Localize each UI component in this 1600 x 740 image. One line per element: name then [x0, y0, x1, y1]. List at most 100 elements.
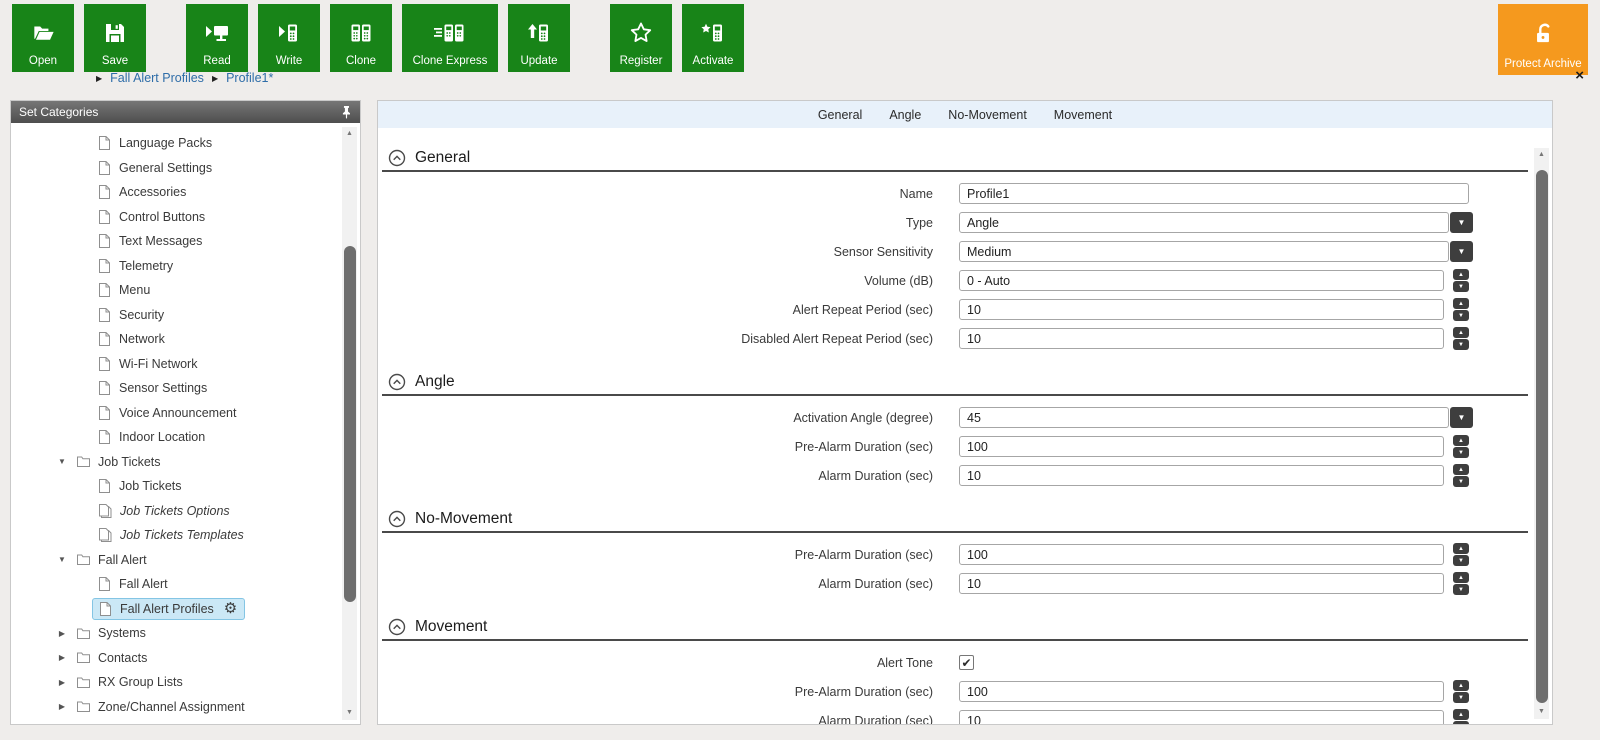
alert-tone-checkbox[interactable]: ✔ — [959, 655, 974, 670]
chevron-collapsed-icon[interactable]: ▶ — [56, 653, 68, 662]
chevron-expanded-icon[interactable]: ▼ — [56, 457, 68, 466]
protect-archive-button[interactable]: Protect Archive — [1498, 4, 1588, 75]
tab-general[interactable]: General — [818, 108, 862, 122]
nomove-pre-alarm-input[interactable] — [959, 544, 1444, 565]
arrow-up-icon[interactable]: ▲ — [1453, 269, 1469, 280]
chevron-down-icon[interactable]: ▼ — [1450, 241, 1473, 262]
main-scrollbar[interactable]: ▲ ▼ — [1534, 148, 1549, 719]
write-button[interactable]: Write — [258, 4, 320, 72]
arrow-up-icon[interactable]: ▲ — [1453, 435, 1469, 446]
update-button[interactable]: Update — [508, 4, 570, 72]
sidebar-item-wifi-network[interactable]: Wi-Fi Network — [11, 352, 340, 377]
activation-angle-select[interactable]: ▼ — [959, 407, 1473, 428]
sidebar-item-control-buttons[interactable]: Control Buttons — [11, 205, 340, 230]
sidebar-item-menu[interactable]: Menu — [11, 278, 340, 303]
collapse-chevron-icon[interactable] — [388, 510, 406, 528]
activation-angle-value[interactable] — [959, 407, 1449, 428]
scroll-down-icon[interactable]: ▼ — [342, 706, 357, 720]
scroll-up-icon[interactable]: ▲ — [1534, 148, 1549, 162]
sidebar-item-text-messages[interactable]: Text Messages — [11, 229, 340, 254]
sidebar-scrollbar[interactable]: ▲ ▼ — [342, 127, 357, 720]
chevron-down-icon[interactable]: ▼ — [1450, 407, 1473, 428]
arrow-up-icon[interactable]: ▲ — [1453, 327, 1469, 338]
breadcrumb-fall-alert-profiles[interactable]: Fall Alert Profiles — [110, 71, 204, 85]
tab-no-movement[interactable]: No-Movement — [948, 108, 1027, 122]
arrow-up-icon[interactable]: ▲ — [1453, 543, 1469, 554]
sidebar-item-general-settings[interactable]: General Settings — [11, 156, 340, 181]
move-alarm-input[interactable] — [959, 710, 1444, 724]
collapse-chevron-icon[interactable] — [388, 618, 406, 636]
chevron-down-icon[interactable]: ▼ — [1450, 212, 1473, 233]
sidebar-item-telemetry[interactable]: Telemetry — [11, 254, 340, 279]
sidebar-item-voice-announcement[interactable]: Voice Announcement — [11, 401, 340, 426]
arrow-down-icon[interactable]: ▼ — [1453, 281, 1469, 292]
arrow-down-icon[interactable]: ▼ — [1453, 721, 1469, 724]
chevron-expanded-icon[interactable]: ▼ — [56, 555, 68, 564]
arrow-up-icon[interactable]: ▲ — [1453, 709, 1469, 720]
disabled-alert-repeat-input[interactable] — [959, 328, 1444, 349]
sidebar-folder-job-tickets[interactable]: ▼ Job Tickets — [11, 450, 340, 475]
sidebar-item-accessories[interactable]: Accessories — [11, 180, 340, 205]
main-scroll-thumb[interactable] — [1536, 170, 1548, 703]
arrow-down-icon[interactable]: ▼ — [1453, 692, 1469, 703]
clone-express-button[interactable]: Clone Express — [402, 4, 498, 72]
sidebar-folder-zone-channel-assignment[interactable]: ▶ Zone/Channel Assignment — [11, 695, 340, 720]
arrow-down-icon[interactable]: ▼ — [1453, 310, 1469, 321]
sidebar-folder-systems[interactable]: ▶ Systems — [11, 621, 340, 646]
scroll-down-icon[interactable]: ▼ — [1534, 705, 1549, 719]
arrow-down-icon[interactable]: ▼ — [1453, 339, 1469, 350]
sidebar-scroll-thumb[interactable] — [344, 246, 356, 602]
alert-repeat-input[interactable] — [959, 299, 1444, 320]
scroll-up-icon[interactable]: ▲ — [342, 127, 357, 141]
arrow-down-icon[interactable]: ▼ — [1453, 584, 1469, 595]
sensor-sensitivity-select[interactable]: ▼ — [959, 241, 1473, 262]
sensor-sensitivity-value[interactable] — [959, 241, 1449, 262]
collapse-chevron-icon[interactable] — [388, 149, 406, 167]
arrow-up-icon[interactable]: ▲ — [1453, 680, 1469, 691]
arrow-up-icon[interactable]: ▲ — [1453, 572, 1469, 583]
arrow-down-icon[interactable]: ▼ — [1453, 447, 1469, 458]
gear-icon[interactable]: ⚙ — [224, 601, 237, 616]
collapse-chevron-icon[interactable] — [388, 373, 406, 391]
chevron-collapsed-icon[interactable]: ▶ — [56, 678, 68, 687]
arrow-up-icon[interactable]: ▲ — [1453, 464, 1469, 475]
chevron-collapsed-icon[interactable]: ▶ — [56, 702, 68, 711]
register-button[interactable]: Register — [610, 4, 672, 72]
tab-movement[interactable]: Movement — [1054, 108, 1112, 122]
selected-item-highlight[interactable]: Fall Alert Profiles ⚙ — [92, 598, 245, 620]
move-pre-alarm-input[interactable] — [959, 681, 1444, 702]
activate-button[interactable]: Activate — [682, 4, 744, 72]
arrow-up-icon[interactable]: ▲ — [1453, 298, 1469, 309]
read-button[interactable]: Read — [186, 4, 248, 72]
sidebar-item-job-tickets-options[interactable]: Job Tickets Options — [11, 499, 340, 524]
clone-button[interactable]: Clone — [330, 4, 392, 72]
sidebar-item-security[interactable]: Security — [11, 303, 340, 328]
angle-alarm-input[interactable] — [959, 465, 1444, 486]
sidebar-item-indoor-location[interactable]: Indoor Location — [11, 425, 340, 450]
arrow-down-icon[interactable]: ▼ — [1453, 555, 1469, 566]
sidebar-item-sensor-settings[interactable]: Sensor Settings — [11, 376, 340, 401]
volume-input[interactable] — [959, 270, 1444, 291]
open-button[interactable]: Open — [12, 4, 74, 72]
save-button[interactable]: Save — [84, 4, 146, 72]
arrow-down-icon[interactable]: ▼ — [1453, 476, 1469, 487]
sidebar-item-job-tickets[interactable]: Job Tickets — [11, 474, 340, 499]
sidebar-item-language-packs[interactable]: Language Packs — [11, 131, 340, 156]
sidebar-item-fall-alert[interactable]: Fall Alert — [11, 572, 340, 597]
sidebar-folder-fall-alert[interactable]: ▼ Fall Alert — [11, 548, 340, 573]
sidebar-item-network[interactable]: Network — [11, 327, 340, 352]
angle-pre-alarm-input[interactable] — [959, 436, 1444, 457]
type-select-value[interactable] — [959, 212, 1449, 233]
sidebar-item-job-tickets-templates[interactable]: Job Tickets Templates — [11, 523, 340, 548]
close-icon[interactable]: × — [1575, 68, 1584, 83]
breadcrumb-profile1[interactable]: Profile1* — [226, 71, 273, 85]
pin-icon[interactable] — [341, 105, 352, 119]
type-select[interactable]: ▼ — [959, 212, 1473, 233]
sidebar-item-fall-alert-profiles[interactable]: Fall Alert Profiles ⚙ — [11, 597, 340, 622]
sidebar-folder-contacts[interactable]: ▶ Contacts — [11, 646, 340, 671]
nomove-alarm-input[interactable] — [959, 573, 1444, 594]
name-input[interactable] — [959, 183, 1469, 204]
chevron-collapsed-icon[interactable]: ▶ — [56, 629, 68, 638]
tab-angle[interactable]: Angle — [889, 108, 921, 122]
sidebar-folder-rx-group-lists[interactable]: ▶ RX Group Lists — [11, 670, 340, 695]
